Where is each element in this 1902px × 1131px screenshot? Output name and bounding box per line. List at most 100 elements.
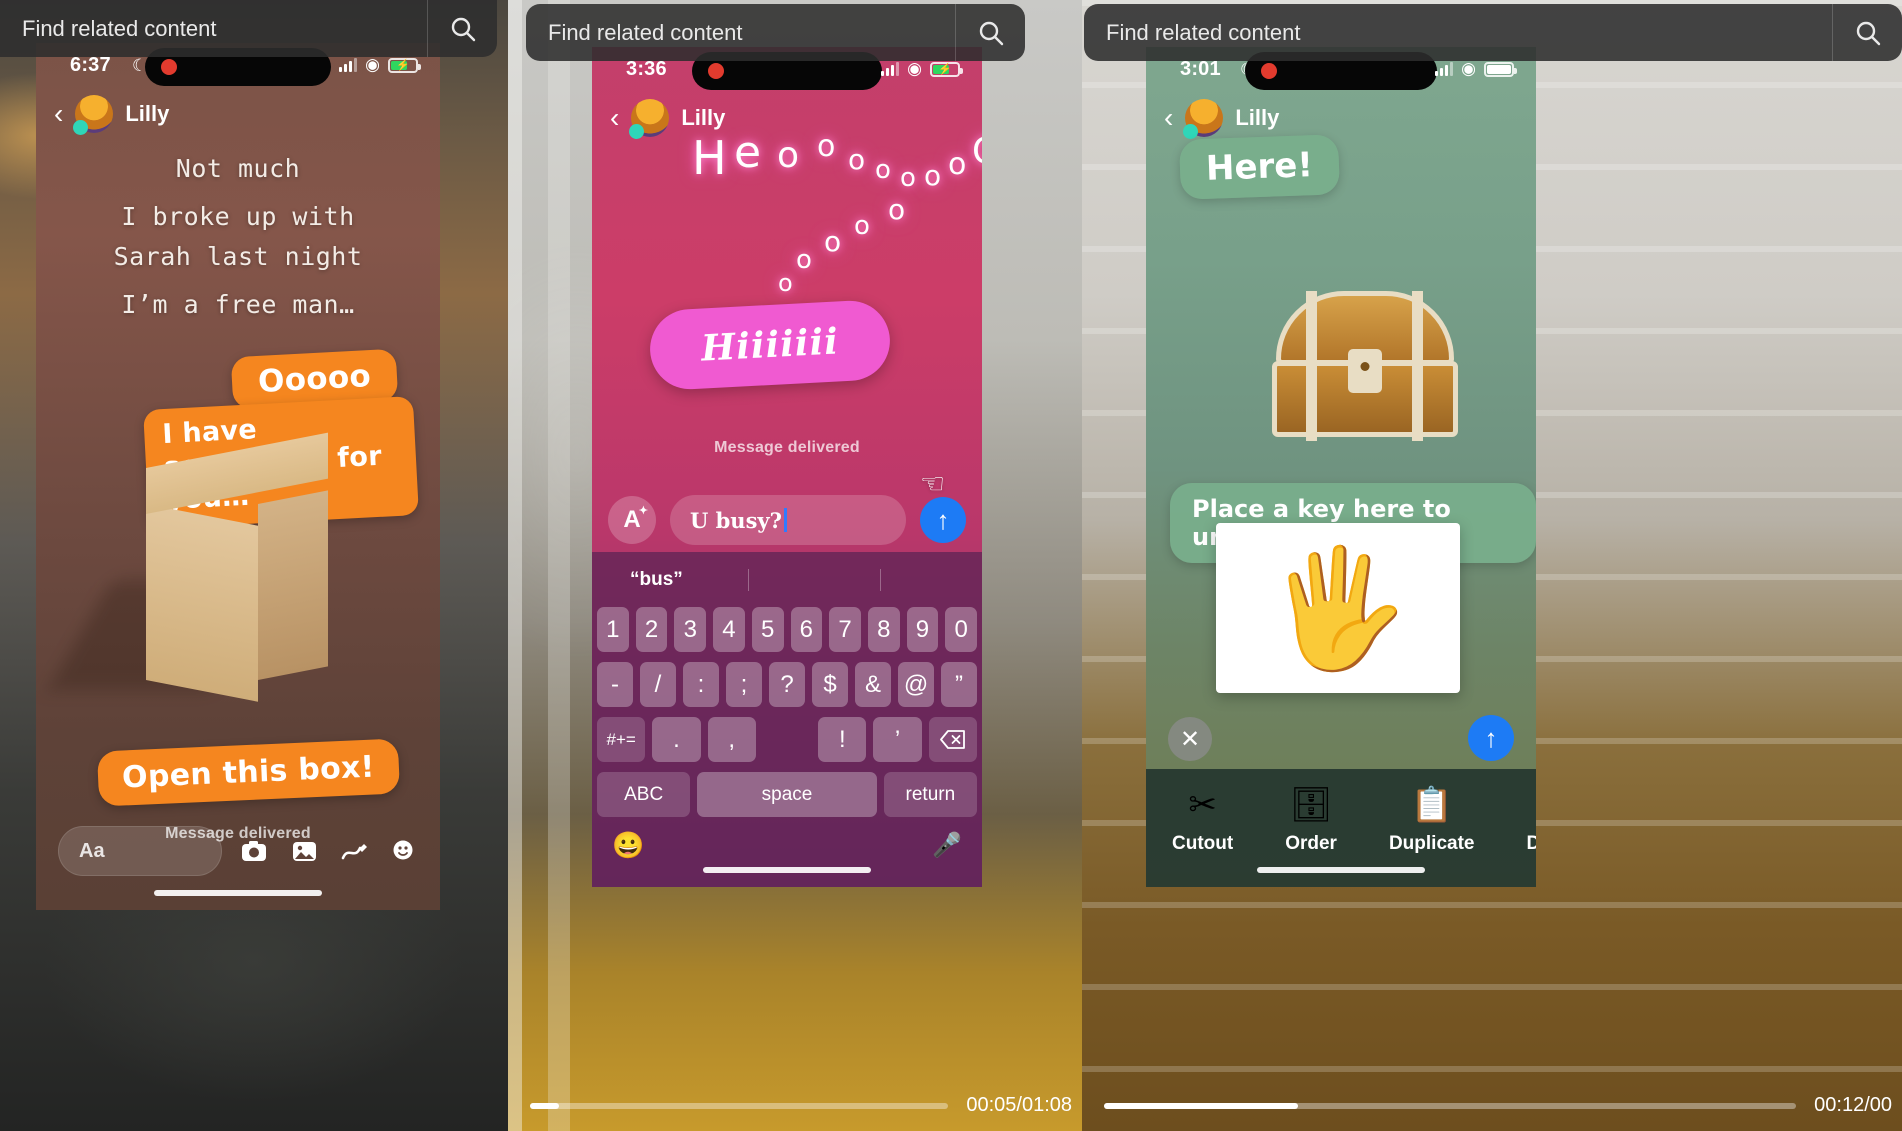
layer-order-icon: 🗄 [1289, 786, 1333, 824]
search-icon[interactable] [955, 4, 1025, 61]
panel-3-phone-screen: 3:01 ☾ ◉ ‹ Lilly Here! [1146, 47, 1536, 887]
message-input-value: U busy? [690, 507, 782, 533]
screenshot-stage: 6:37 ☾ ◉ ⚡ ‹ Lilly Not much I broke up w… [0, 0, 1902, 1131]
key-space[interactable]: space [697, 772, 877, 817]
message-text-block: Not much I broke up with Sarah last nigh… [36, 153, 440, 321]
search-input[interactable]: Find related content [1084, 20, 1832, 46]
wifi-icon: ◉ [365, 55, 380, 74]
search-icon[interactable] [427, 0, 497, 57]
key-2[interactable]: 2 [635, 607, 668, 652]
key-abc[interactable]: ABC [597, 772, 691, 817]
keyboard-suggestion-bar: “bus” [592, 558, 982, 602]
panel-2-phone-screen: 3:36 ◉ ⚡ ‹ Lilly H e o o o o o o o o o o… [592, 47, 982, 887]
progress-track[interactable] [1104, 1102, 1797, 1109]
cutout-button[interactable]: ✂ Cutout [1172, 785, 1233, 855]
box-side [258, 490, 328, 680]
message-input[interactable]: Aa [58, 826, 222, 876]
key-7[interactable]: 7 [829, 607, 861, 652]
keyboard-bottom-row: 😀 🎤 [592, 822, 982, 861]
key-9[interactable]: 9 [906, 607, 939, 652]
duplicate-button[interactable]: 📋 Duplicate [1389, 785, 1475, 855]
keyboard-row-punctuation: #+= . , ! ’ [592, 712, 982, 767]
key-exclamation[interactable]: ! [818, 717, 867, 762]
key-question-mark[interactable]: ? [769, 662, 805, 707]
key-symbols-toggle[interactable]: #+= [597, 717, 646, 762]
sticker-icon[interactable] [390, 837, 418, 865]
chat-bubble[interactable]: Hiiiiiii [648, 298, 892, 392]
keyboard-row-symbols: - / : ; ? $ & @ ” [592, 657, 982, 712]
microphone-icon[interactable]: 🎤 [932, 831, 962, 860]
box-front [146, 504, 258, 702]
close-icon[interactable]: ✕ [1168, 717, 1212, 761]
search-icon[interactable] [1832, 4, 1902, 61]
key-dollar[interactable]: $ [812, 662, 848, 707]
status-badge: Message delivered [714, 439, 860, 456]
hand-photo-cutout[interactable]: 🖐 [1216, 523, 1460, 693]
delete-icon[interactable] [928, 717, 977, 762]
key-4[interactable]: 4 [713, 607, 745, 652]
cellular-signal-icon [339, 58, 358, 72]
key-comma[interactable]: , [707, 717, 756, 762]
key-colon[interactable]: : [683, 662, 719, 707]
panel-1-phone-screen: 6:37 ☾ ◉ ⚡ ‹ Lilly Not much I broke up w… [36, 43, 440, 910]
sticker-open-this-box[interactable]: Open this box! [96, 738, 400, 807]
delete-button[interactable]: 🗑 Delete [1526, 785, 1536, 855]
search-bar-2[interactable]: Find related content [526, 4, 1025, 61]
sticker-here[interactable]: Here! [1179, 134, 1340, 200]
chest-lock [1348, 349, 1382, 393]
ai-compose-button[interactable]: A [608, 496, 656, 544]
keyboard-suggestion[interactable]: “bus” [630, 569, 683, 591]
video-progress-3: 00:12/00 [1082, 1080, 1902, 1131]
send-arrow-up-icon[interactable]: ↑ [1468, 715, 1514, 761]
key-hyphen[interactable]: - [597, 662, 633, 707]
chevron-left-icon[interactable]: ‹ [1164, 104, 1173, 132]
chevron-left-icon[interactable]: ‹ [610, 104, 619, 132]
avatar[interactable] [73, 95, 114, 135]
presence-dot [73, 120, 89, 135]
key-ampersand[interactable]: & [855, 662, 891, 707]
order-button[interactable]: 🗄 Order [1285, 785, 1337, 855]
camera-icon[interactable] [240, 837, 268, 865]
presence-dot [1183, 124, 1199, 139]
key-slash[interactable]: / [640, 662, 676, 707]
scissors-icon: ✂ [1188, 786, 1217, 824]
treasure-chest-icon[interactable] [1270, 291, 1460, 441]
key-0[interactable]: 0 [945, 607, 978, 652]
key-quote[interactable]: ” [941, 662, 977, 707]
key-5[interactable]: 5 [751, 607, 784, 652]
avatar[interactable] [1183, 99, 1224, 139]
search-bar-1[interactable]: Find related content [0, 0, 497, 57]
duplicate-label: Duplicate [1388, 833, 1475, 854]
search-input[interactable]: Find related content [0, 16, 427, 42]
wifi-icon: ◉ [1461, 59, 1476, 78]
battery-charging-icon: ⚡ [388, 57, 421, 73]
progress-track[interactable] [530, 1102, 949, 1109]
key-at[interactable]: @ [898, 662, 934, 707]
duplicate-x2-icon: 📋 [1410, 786, 1453, 824]
key-return[interactable]: return [883, 772, 977, 817]
photos-icon[interactable] [290, 837, 318, 865]
search-input[interactable]: Find related content [526, 20, 955, 46]
progress-fill [530, 1102, 560, 1109]
keyboard-row-numbers: 1 2 3 4 5 6 7 8 9 0 [592, 602, 982, 657]
key-6[interactable]: 6 [790, 607, 823, 652]
key-period[interactable]: . [652, 717, 701, 762]
key-apostrophe[interactable]: ’ [873, 717, 922, 762]
open-palm-hand-photo: 🖐 [1265, 543, 1411, 673]
delete-label: Delete [1526, 833, 1536, 854]
avatar[interactable] [629, 99, 670, 139]
send-arrow-up-icon[interactable]: ↑ [920, 497, 966, 543]
cardboard-box-image[interactable] [48, 432, 328, 702]
chevron-left-icon[interactable]: ‹ [54, 100, 63, 128]
key-3[interactable]: 3 [674, 607, 707, 652]
contact-name: Lilly [681, 105, 726, 130]
key-semicolon[interactable]: ; [726, 662, 762, 707]
message-input[interactable]: U busy? [670, 495, 906, 545]
status-indicators: ◉ [1435, 59, 1517, 79]
markup-icon[interactable] [340, 837, 368, 865]
key-8[interactable]: 8 [867, 607, 900, 652]
emoji-icon[interactable]: 😀 [612, 830, 644, 861]
on-screen-keyboard: “bus” 1 2 3 4 5 6 7 8 9 0 - /: ; ? $ & … [592, 552, 982, 887]
key-1[interactable]: 1 [596, 607, 629, 652]
search-bar-3[interactable]: Find related content [1084, 4, 1902, 61]
